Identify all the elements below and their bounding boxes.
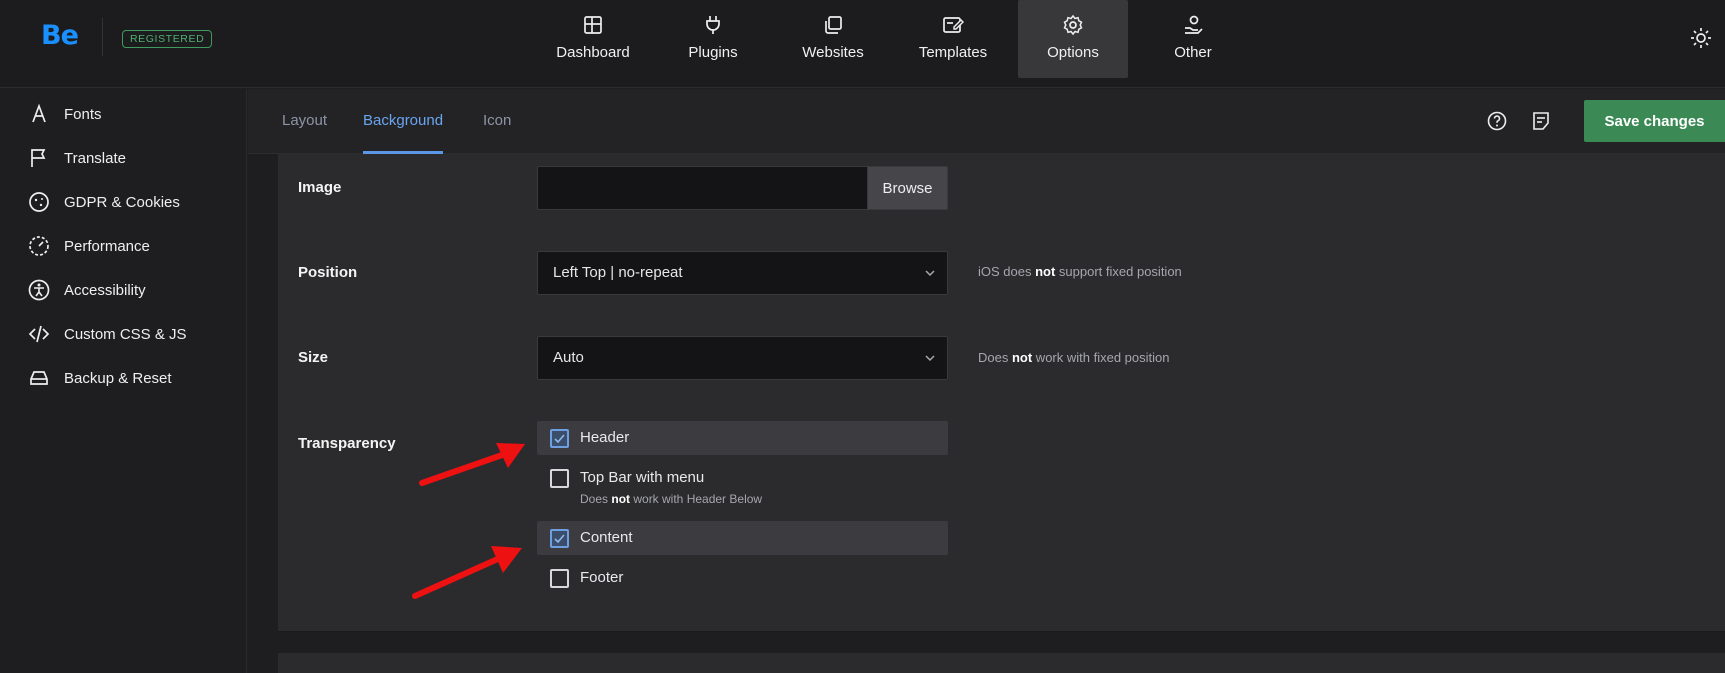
sidebar-item-custom-css-js[interactable]: Custom CSS & JS — [0, 316, 247, 352]
topbar-note: Does not work with Header Below — [580, 492, 763, 506]
drive-icon — [30, 371, 48, 385]
nav-plugins-label: Plugins — [688, 44, 738, 61]
position-hint: iOS does not support fixed position — [978, 264, 1182, 279]
font-a-icon — [32, 103, 46, 123]
checkbox-label: Header — [580, 429, 630, 446]
nav-options[interactable]: Options — [1018, 0, 1128, 78]
tab-layout[interactable]: Layout — [282, 89, 327, 154]
chevron-down-icon — [925, 270, 935, 277]
transparency-label: Transparency — [298, 435, 396, 452]
checkbox-label: Content — [580, 529, 633, 546]
nav-websites-label: Websites — [802, 44, 864, 61]
chevron-down-icon — [925, 355, 935, 362]
save-changes-button[interactable]: Save changes — [1584, 100, 1725, 142]
checkbox-label: Footer — [580, 569, 624, 586]
sidebar-item-label: Performance — [64, 237, 150, 255]
position-select-value: Left Top | no-repeat — [553, 264, 683, 281]
transparency-footer-checkbox[interactable]: Footer — [537, 561, 948, 595]
nav-templates-label: Templates — [918, 44, 988, 61]
nav-websites[interactable]: Websites — [778, 0, 888, 78]
sidebar-item-fonts[interactable]: Fonts — [0, 96, 247, 132]
registered-badge: REGISTERED — [122, 30, 213, 48]
checkbox[interactable] — [550, 429, 569, 448]
brand-logo[interactable]: Be — [41, 20, 79, 51]
image-url-input[interactable] — [537, 166, 867, 210]
sidebar-item-gdpr[interactable]: GDPR & Cookies — [0, 184, 247, 220]
nav-templates[interactable]: Templates — [898, 0, 1008, 78]
nav-other-label: Other — [1174, 44, 1212, 61]
help-icon[interactable] — [1486, 110, 1508, 132]
red-arrow-annotation — [419, 443, 525, 486]
position-select[interactable]: Left Top | no-repeat — [537, 251, 948, 295]
gauge-icon — [29, 236, 49, 256]
sidebar-item-label: GDPR & Cookies — [64, 193, 180, 211]
templates-icon — [943, 17, 964, 33]
tab-background[interactable]: Background — [363, 89, 444, 154]
nav-options-label: Options — [1047, 44, 1099, 61]
nav-dashboard-label: Dashboard — [556, 44, 630, 61]
nav-plugins[interactable]: Plugins — [658, 0, 768, 78]
sidebar-item-backup-reset[interactable]: Backup & Reset — [0, 360, 247, 396]
dashboard-icon — [584, 16, 602, 34]
plug-icon — [706, 16, 720, 34]
sidebar-item-translate[interactable]: Translate — [0, 140, 247, 176]
checkbox[interactable] — [550, 529, 569, 548]
transparency-content-checkbox[interactable]: Content — [537, 521, 948, 555]
nav-other[interactable]: Other — [1138, 0, 1248, 78]
tab-icon[interactable]: Icon — [483, 89, 511, 154]
size-hint: Does not work with fixed position — [978, 350, 1170, 365]
transparency-header-checkbox[interactable]: Header — [537, 421, 948, 455]
gear-icon — [1063, 14, 1083, 36]
accessibility-icon — [28, 279, 50, 301]
transparency-topbar-checkbox[interactable]: Top Bar with menu — [537, 461, 948, 495]
check-icon — [554, 534, 565, 544]
sidebar-item-accessibility[interactable]: Accessibility — [0, 272, 247, 308]
logo-divider — [102, 18, 103, 56]
code-icon — [28, 325, 50, 343]
checkbox[interactable] — [550, 469, 569, 488]
browse-button[interactable]: Browse — [867, 166, 948, 210]
sidebar-item-label: Translate — [64, 149, 126, 167]
sidebar-item-label: Fonts — [64, 105, 102, 123]
size-label: Size — [298, 349, 329, 366]
websites-icon — [825, 16, 842, 34]
checkbox[interactable] — [550, 569, 569, 588]
user-hand-icon — [1185, 15, 1203, 34]
sun-icon[interactable] — [1690, 27, 1712, 49]
sidebar-item-performance[interactable]: Performance — [0, 228, 247, 264]
image-label: Image — [298, 179, 342, 196]
next-panel — [278, 653, 1725, 673]
cookie-icon — [29, 192, 49, 212]
flag-icon — [31, 149, 46, 167]
position-label: Position — [298, 264, 358, 281]
size-select[interactable]: Auto — [537, 336, 948, 380]
sidebar-item-label: Backup & Reset — [64, 369, 172, 387]
checkbox-label: Top Bar with menu — [580, 469, 705, 486]
nav-dashboard[interactable]: Dashboard — [538, 0, 648, 78]
red-arrow-annotation — [412, 546, 522, 599]
size-select-value: Auto — [553, 349, 584, 366]
top-navbar: Be REGISTERED Dashboard Plugins Websites… — [0, 0, 1725, 88]
notes-icon[interactable] — [1530, 110, 1552, 132]
check-icon — [554, 434, 565, 444]
sidebar: Fonts Translate GDPR & Cookies Performan… — [0, 89, 247, 673]
sidebar-item-label: Custom CSS & JS — [64, 325, 187, 343]
sidebar-item-label: Accessibility — [64, 281, 146, 299]
